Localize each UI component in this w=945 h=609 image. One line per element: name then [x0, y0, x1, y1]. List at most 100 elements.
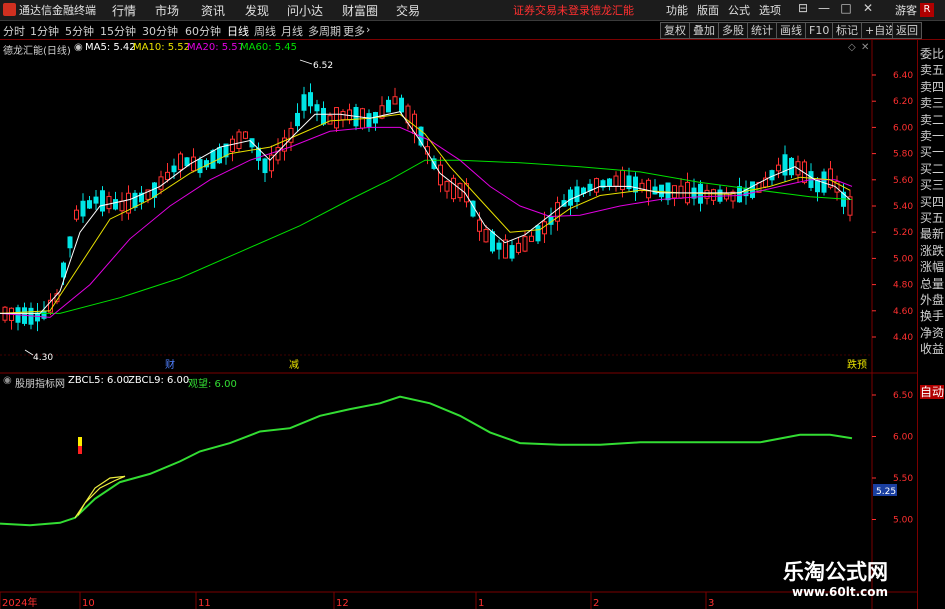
marker-diyu[interactable]: 跌预 — [847, 358, 867, 371]
ma-line-1 — [0, 126, 853, 318]
app-title: 通达信金融终端 — [19, 4, 96, 17]
price-tick-10: 4.40 — [893, 333, 913, 343]
indicator-tick-1: 6.00 — [893, 433, 913, 443]
kline-chart[interactable]: 6.40 6.20 6.00 5.80 5.60 5.40 5.20 5.00 4.80 4.60… — [0, 40, 917, 609]
period-30min[interactable]: 30分钟 — [142, 23, 178, 39]
title-bar: 通达信金融终端 行情 市场 资讯 发现 问小达 财富圈 交易 证券交易未登录 德… — [0, 0, 945, 21]
btn-huaxian[interactable]: 画线 — [776, 22, 806, 39]
x-axis-label-1: 10 — [82, 598, 95, 609]
watermark-url: www.60lt.com — [792, 585, 889, 599]
marker-cai[interactable]: 财 — [165, 358, 175, 371]
menu-gongneng[interactable]: 功能 — [666, 2, 688, 18]
period-monthly[interactable]: 月线 — [281, 23, 303, 39]
side-panel-item-16[interactable]: 换手 — [920, 309, 944, 323]
period-multi[interactable]: 多周期 — [308, 23, 341, 39]
price-tick-3: 5.80 — [893, 150, 913, 160]
indicator-settings-icon[interactable]: ◉ — [3, 375, 12, 386]
price-tick-4: 5.60 — [893, 176, 913, 186]
x-axis-label-6: 3 — [708, 598, 714, 609]
close-icon[interactable]: ✕ — [860, 1, 876, 15]
zbcl9-value: ZBCL9: 6.00 — [128, 375, 190, 386]
chevron-right-icon[interactable]: › — [366, 23, 370, 36]
signal-bar-yellow — [78, 437, 82, 446]
price-tick-5: 5.40 — [893, 202, 913, 212]
side-panel-item-4[interactable]: 卖二 — [920, 113, 944, 127]
auto-button[interactable]: 自动 — [920, 385, 944, 399]
price-tick-6: 5.20 — [893, 228, 913, 238]
period-fenshi[interactable]: 分时 — [3, 23, 25, 39]
ma-line-2 — [0, 113, 851, 314]
menu-caifuquan[interactable]: 财富圈 — [342, 2, 378, 19]
side-panel-item-14[interactable]: 总量 — [920, 277, 944, 291]
side-panel-item-8[interactable]: 买三 — [920, 178, 944, 192]
period-toolbar: 分时 1分钟 5分钟 15分钟 30分钟 60分钟 日线 周线 月线 多周期 更… — [0, 21, 945, 40]
menu-banmian[interactable]: 版面 — [697, 2, 719, 18]
price-tick-1: 6.20 — [893, 97, 913, 107]
low-annotation: 4.30 — [24, 349, 53, 363]
signal-bar-red — [78, 446, 82, 454]
menu-zixun[interactable]: 资讯 — [201, 2, 225, 19]
indicator-tick-3: 5.00 — [893, 516, 913, 526]
period-15min[interactable]: 15分钟 — [100, 23, 136, 39]
side-panel-item-11[interactable]: 最新 — [920, 227, 944, 241]
side-panel-item-18[interactable]: 收益 — [920, 342, 944, 356]
price-tick-7: 5.00 — [893, 254, 913, 264]
menu-faxian[interactable]: 发现 — [245, 2, 269, 19]
btn-fuquan[interactable]: 复权 — [660, 22, 690, 39]
watermark-title: 乐淘公式网 — [783, 560, 888, 584]
ma-line-0 — [0, 159, 853, 314]
price-tick-9: 4.60 — [893, 307, 913, 317]
side-panel-item-15[interactable]: 外盘 — [920, 293, 944, 307]
side-panel-item-1[interactable]: 卖五 — [920, 63, 944, 77]
window-menu-icon[interactable]: ⊟ — [795, 1, 811, 15]
menu-wenxiaoda[interactable]: 问小达 — [287, 2, 323, 19]
indicator-tick-2: 5.50 — [893, 474, 913, 484]
side-panel-item-5[interactable]: 卖一 — [920, 129, 944, 143]
user-label[interactable]: 游客 — [895, 2, 917, 18]
x-axis-label-0: 2024年 — [2, 596, 37, 609]
menu-hangqing[interactable]: 行情 — [112, 2, 136, 19]
period-daily[interactable]: 日线 — [227, 23, 249, 39]
menu-jiaoyi[interactable]: 交易 — [396, 2, 420, 19]
btn-duogu[interactable]: 多股 — [718, 22, 748, 39]
side-panel-item-7[interactable]: 买二 — [920, 162, 944, 176]
side-panel-item-10[interactable]: 买五 — [920, 211, 944, 225]
x-axis-label-3: 12 — [336, 598, 349, 609]
period-more[interactable]: 更多 — [343, 23, 365, 39]
login-status[interactable]: 证券交易未登录 — [513, 2, 590, 18]
side-panel-item-6[interactable]: 买一 — [920, 145, 944, 159]
side-panel-item-13[interactable]: 涨幅 — [920, 260, 944, 274]
side-panel-item-9[interactable]: 买四 — [920, 195, 944, 209]
period-60min[interactable]: 60分钟 — [185, 23, 221, 39]
period-weekly[interactable]: 周线 — [254, 23, 276, 39]
minimize-icon[interactable]: — — [816, 1, 832, 15]
period-1min[interactable]: 1分钟 — [30, 23, 59, 39]
menu-gongshi[interactable]: 公式 — [728, 2, 750, 18]
indicator-tick-0: 6.50 — [893, 391, 913, 401]
side-panel-item-0[interactable]: 委比 — [920, 47, 944, 61]
menu-xuanxiang[interactable]: 选项 — [759, 2, 781, 18]
marker-jian[interactable]: 减 — [289, 359, 299, 371]
btn-tongji[interactable]: 统计 — [747, 22, 777, 39]
app-logo-icon — [3, 3, 16, 16]
x-axis-label-2: 11 — [198, 598, 211, 609]
btn-biaoji[interactable]: 标记 — [832, 22, 862, 39]
side-panel-item-2[interactable]: 卖四 — [920, 80, 944, 94]
btn-f10[interactable]: F10 — [805, 22, 834, 39]
moving-average-lines — [0, 111, 853, 318]
period-5min[interactable]: 5分钟 — [65, 23, 94, 39]
r-badge[interactable]: R — [920, 3, 934, 17]
price-tick-8: 4.80 — [893, 281, 913, 291]
svg-text:4.30: 4.30 — [33, 353, 53, 363]
menu-shichang[interactable]: 市场 — [155, 2, 179, 19]
btn-fanhui[interactable]: 返回 — [892, 22, 922, 39]
indicator-name: 股朋指标网 — [15, 379, 65, 390]
side-panel-item-3[interactable]: 卖三 — [920, 96, 944, 110]
svg-text:5.25: 5.25 — [876, 487, 896, 497]
stock-name-title: 德龙汇能 — [590, 4, 634, 17]
x-axis-label-4: 1 — [478, 598, 484, 609]
maximize-icon[interactable]: □ — [838, 1, 854, 15]
side-panel-item-17[interactable]: 净资 — [920, 326, 944, 340]
side-panel-item-12[interactable]: 涨跌 — [920, 244, 944, 258]
btn-diejia[interactable]: 叠加 — [689, 22, 719, 39]
